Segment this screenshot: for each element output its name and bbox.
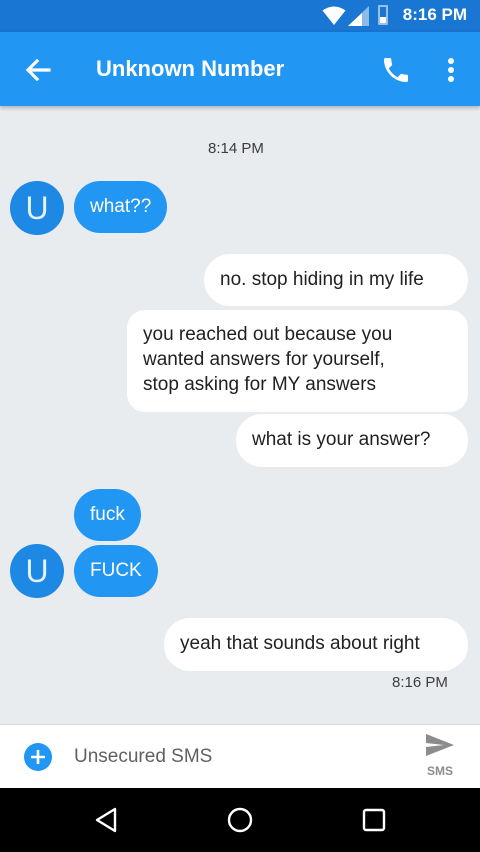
outgoing-message[interactable]: what is your answer? (236, 414, 468, 467)
status-clock: 8:16 PM (402, 5, 467, 24)
send-icon (426, 734, 454, 756)
add-attachment-button[interactable] (24, 743, 52, 771)
avatar[interactable]: U (10, 181, 64, 235)
back-arrow-icon[interactable] (22, 54, 54, 86)
phone-icon[interactable] (380, 54, 412, 86)
outgoing-message[interactable]: yeah that sounds about right (164, 618, 468, 671)
compose-bar: SMS (0, 724, 480, 788)
message-input[interactable] (74, 743, 394, 771)
app-bar: Unknown Number (0, 32, 480, 106)
avatar[interactable]: U (10, 544, 64, 598)
outgoing-message[interactable]: you reached out because you wanted answe… (127, 310, 468, 412)
send-button[interactable]: SMS (416, 731, 464, 785)
send-label: SMS (426, 764, 453, 778)
battery-level (380, 17, 386, 23)
more-vert-icon[interactable] (440, 54, 462, 86)
timestamp: 8:16 PM (392, 674, 448, 691)
message-thread[interactable]: 8:14 PM U what?? no. stop hiding in my l… (0, 106, 480, 724)
incoming-message[interactable]: what?? (74, 181, 168, 233)
plus-icon (31, 750, 45, 764)
battery-icon (378, 5, 388, 25)
nav-home-icon[interactable] (226, 806, 254, 834)
nav-back-icon[interactable] (93, 806, 121, 834)
signal-icon (348, 6, 369, 26)
status-bar: 8:16 PM (0, 0, 480, 32)
nav-recents-icon[interactable] (360, 806, 388, 834)
conversation-title: Unknown Number (96, 56, 285, 81)
navigation-bar (0, 788, 480, 852)
outgoing-message[interactable]: no. stop hiding in my life (204, 254, 468, 306)
incoming-message[interactable]: FUCK (74, 545, 158, 597)
incoming-message[interactable]: fuck (74, 489, 141, 541)
timestamp: 8:14 PM (208, 140, 264, 157)
wifi-icon (322, 6, 346, 25)
